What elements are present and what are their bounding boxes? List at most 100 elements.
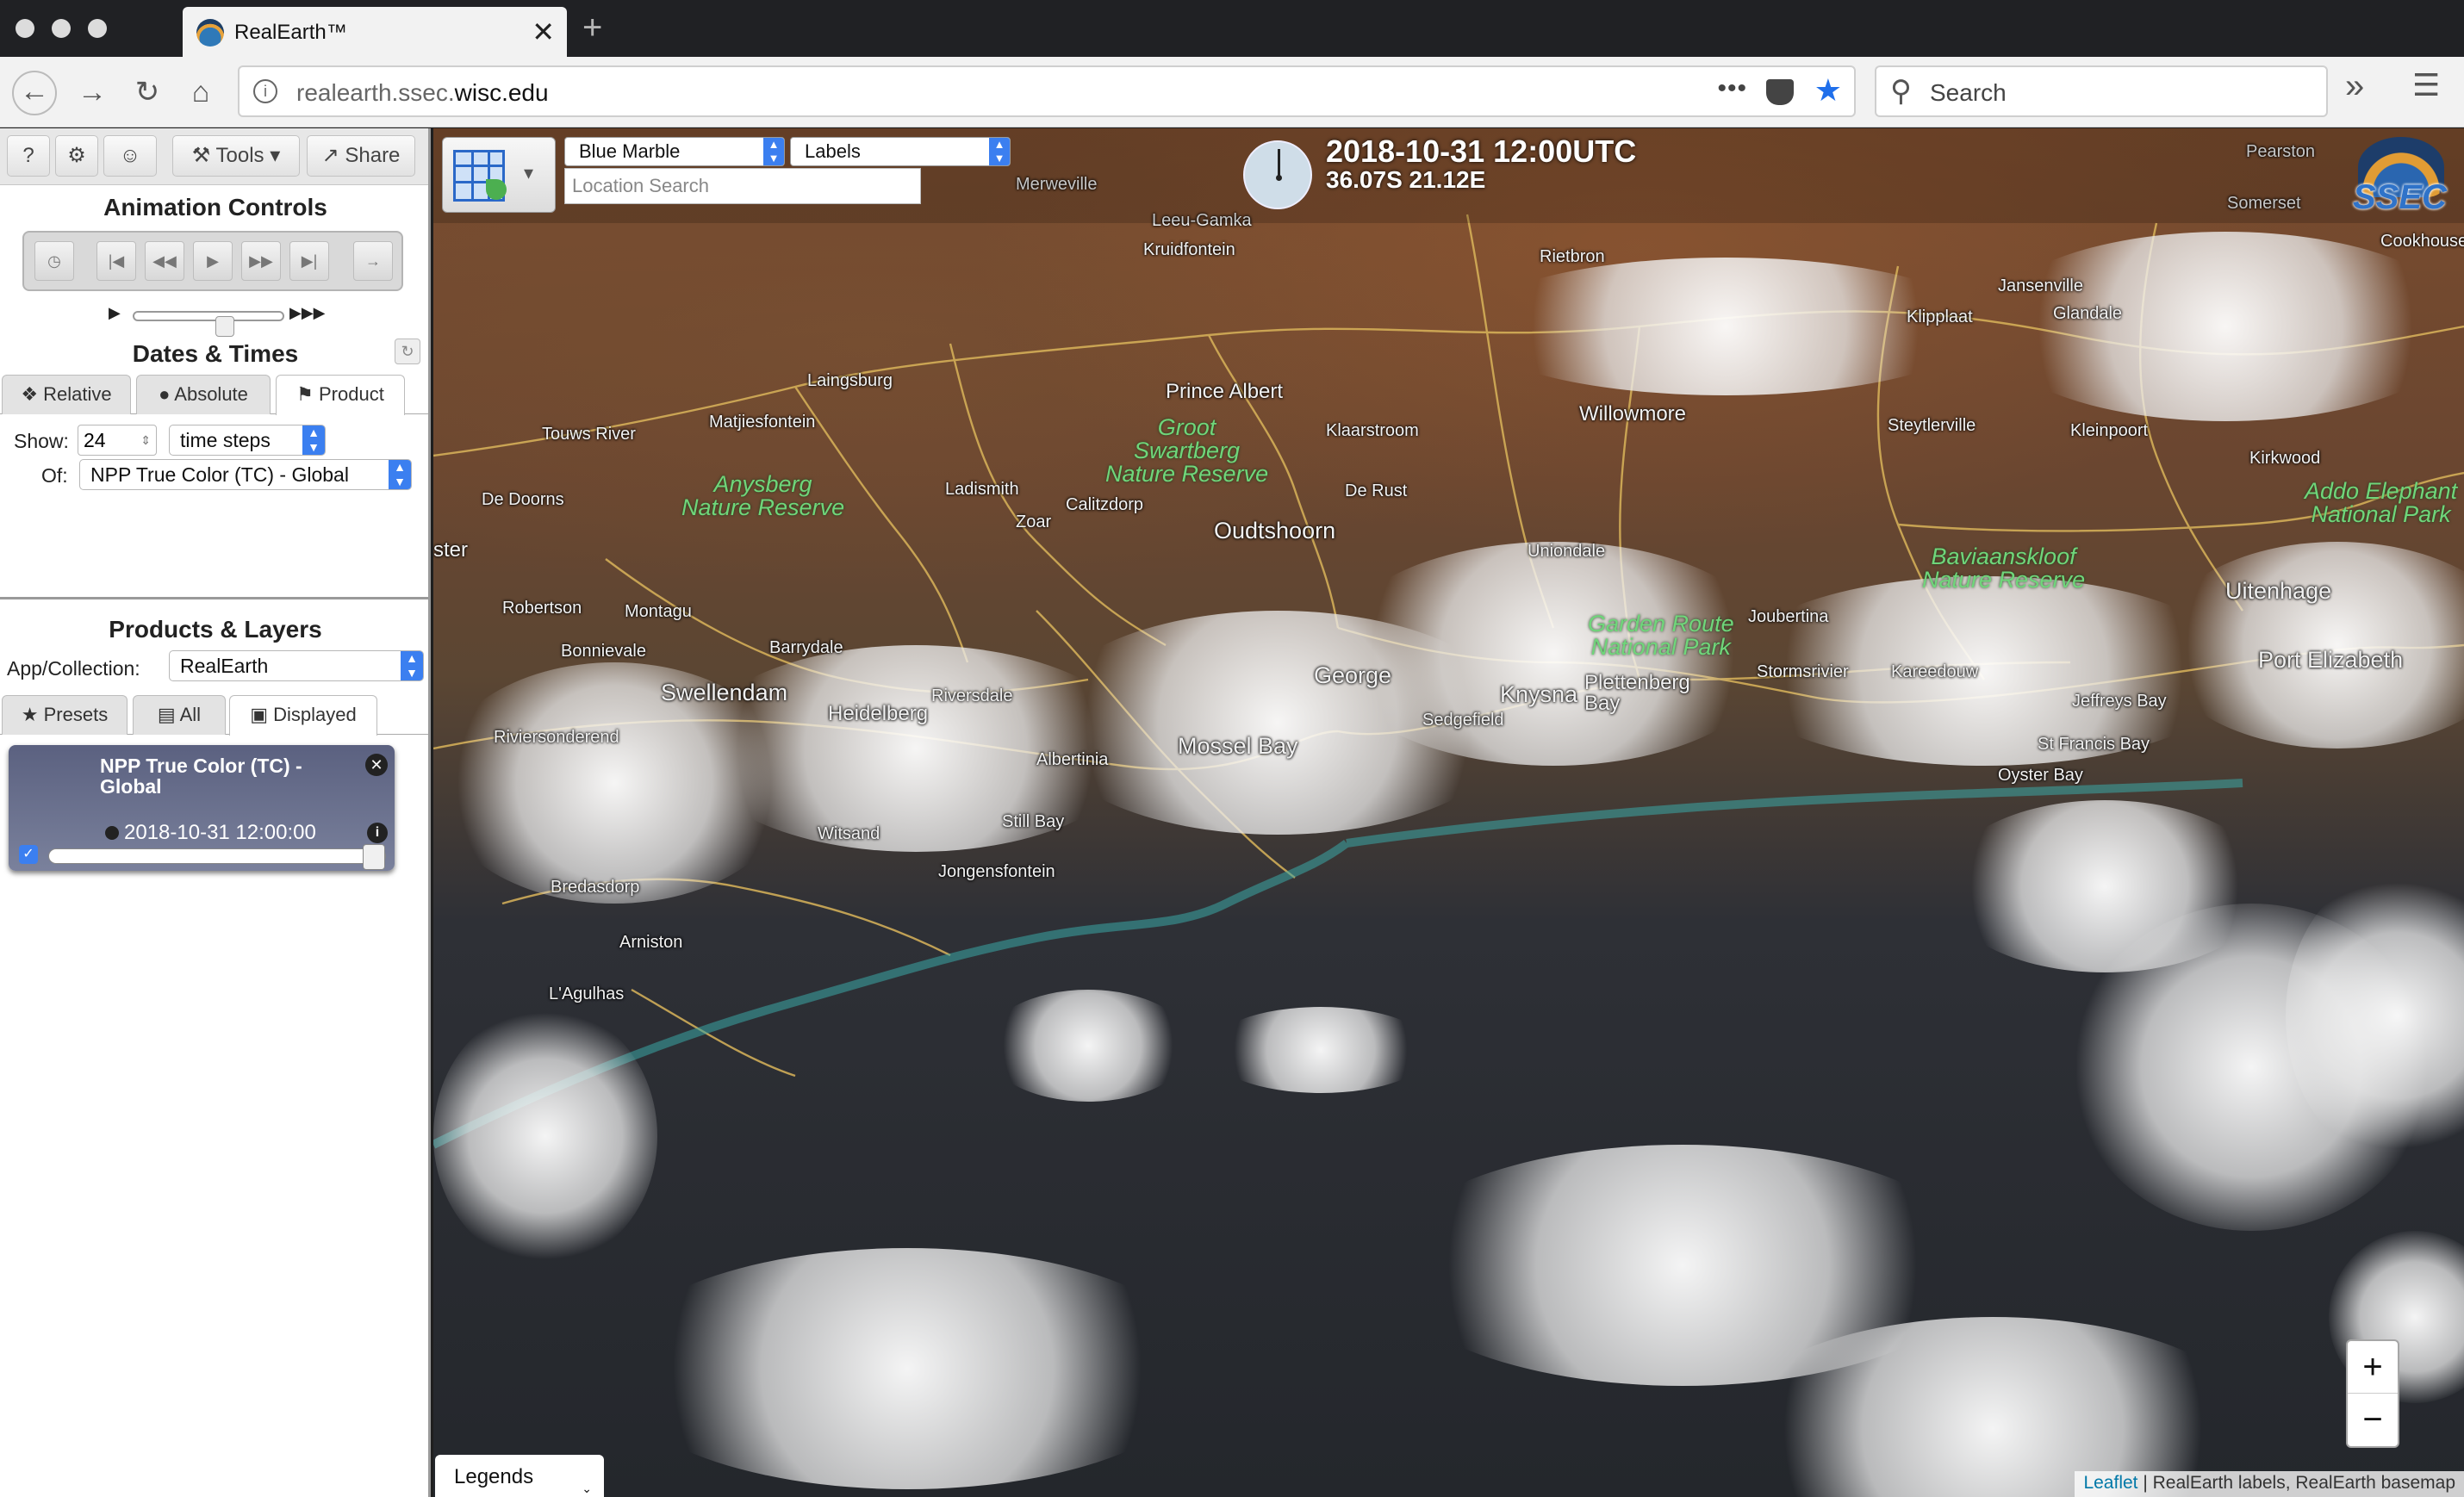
- animation-controls: ◷ |◀ ◀◀ ▶ ▶▶ ▶| →: [22, 231, 403, 291]
- home-button[interactable]: ⌂: [179, 71, 222, 114]
- product-select[interactable]: NPP True Color (TC) - Global ▲ ▼: [79, 459, 412, 490]
- zoom-in-button[interactable]: +: [2348, 1341, 2398, 1394]
- info-icon[interactable]: i: [367, 823, 388, 843]
- layer-time: 2018-10-31 12:00:00: [124, 821, 316, 844]
- tab-presets[interactable]: ★ Presets: [2, 695, 128, 735]
- place-label: Montagu: [625, 602, 692, 621]
- leaf-icon: [486, 179, 507, 200]
- tab-absolute[interactable]: ● Absolute: [136, 375, 271, 414]
- cloud: [985, 990, 1192, 1102]
- place-label: Witsand: [818, 824, 880, 843]
- speed-track[interactable]: [133, 311, 284, 337]
- place-label: Albertinia: [1036, 750, 1109, 769]
- overflow-chevron-icon[interactable]: »: [2345, 67, 2364, 106]
- place-label: Zoar: [1016, 512, 1052, 531]
- place-label: Swellendam: [661, 680, 788, 705]
- tools-button[interactable]: ⚒ Tools ▾: [172, 135, 300, 177]
- collection-select[interactable]: RealEarth ▲ ▼: [169, 650, 424, 681]
- chevron-down-icon: ⌄: [582, 1481, 592, 1495]
- place-label: Glandale: [2053, 304, 2123, 323]
- clock-icon[interactable]: ◷: [34, 241, 74, 281]
- new-tab-button[interactable]: +: [582, 9, 602, 47]
- layer-picker-button[interactable]: ▾: [442, 137, 556, 213]
- zoom-window-button[interactable]: [88, 19, 107, 38]
- first-frame-button[interactable]: |◀: [96, 241, 136, 281]
- tab-displayed[interactable]: ▣ Displayed: [229, 695, 377, 736]
- step-back-button[interactable]: ◀◀: [145, 241, 184, 281]
- map-view[interactable]: Merweville Leeu-Gamka Kruidfontein Rietb…: [433, 128, 2464, 1497]
- place-label: Plettenberg Bay: [1584, 671, 1690, 715]
- pocket-icon[interactable]: [1766, 79, 1794, 105]
- place-label: Uniondale: [1528, 542, 1606, 561]
- products-layers-title: Products & Layers: [109, 616, 322, 643]
- refresh-icon[interactable]: ↻: [395, 339, 420, 364]
- layer-visible-checkbox[interactable]: ✓: [19, 845, 38, 864]
- location-search-input[interactable]: Location Search: [564, 168, 921, 204]
- bookmark-star-icon[interactable]: ★: [1814, 72, 1842, 109]
- go-to-latest-button[interactable]: →: [353, 241, 393, 281]
- place-label: Steytlerville: [1888, 416, 1976, 435]
- last-frame-button[interactable]: ▶|: [289, 241, 329, 281]
- place-label: Oyster Bay: [1998, 766, 2083, 785]
- cloud: [1209, 1007, 1433, 1093]
- place-label: Bonnievale: [561, 642, 646, 661]
- close-window-button[interactable]: [16, 19, 34, 38]
- remove-layer-icon[interactable]: ✕: [365, 754, 388, 776]
- labels-select[interactable]: Labels ▲ ▼: [790, 137, 1011, 166]
- cloud: [1984, 232, 2464, 421]
- place-label: Riviersonderend: [494, 728, 619, 747]
- opacity-knob[interactable]: [363, 844, 385, 870]
- map-datetime: 2018-10-31 12:00UTC: [1326, 134, 1637, 169]
- place-label: Cookhouse: [2380, 232, 2464, 251]
- place-label: Kleinpoort: [2070, 421, 2149, 440]
- search-icon: ⚲: [1890, 75, 1912, 108]
- address-bar[interactable]: i realearth.ssec.wisc.edu ••• ★: [238, 65, 1856, 117]
- place-label: Knysna: [1500, 681, 1578, 707]
- tab-all[interactable]: ▤ All: [133, 695, 226, 735]
- browser-tab-strip: RealEarth™ ✕ +: [0, 0, 2464, 57]
- help-button[interactable]: ?: [7, 135, 50, 177]
- speed-knob[interactable]: [215, 316, 234, 337]
- place-label: Jongensfontein: [938, 862, 1055, 881]
- settings-button[interactable]: ⚙: [55, 135, 98, 177]
- place-label: Kareedouw: [1891, 662, 1979, 681]
- basemap-select[interactable]: Blue Marble ▲ ▼: [564, 137, 785, 166]
- user-button[interactable]: ☺: [103, 135, 157, 177]
- browser-tab[interactable]: RealEarth™ ✕: [183, 7, 567, 57]
- place-label: Kirkwood: [2249, 449, 2321, 468]
- place-label: Rietbron: [1540, 247, 1605, 266]
- place-label: Joubertina: [1748, 607, 1829, 626]
- ssec-logo[interactable]: SSEC: [2348, 137, 2453, 216]
- hamburger-menu-icon[interactable]: ☰: [2412, 67, 2440, 103]
- map-attribution: Leaflet | RealEarth labels, RealEarth ba…: [2075, 1471, 2464, 1497]
- place-label: De Doorns: [482, 490, 564, 509]
- place-label: Sedgefield: [1422, 711, 1504, 730]
- place-label: Barrydale: [769, 638, 843, 657]
- clock-icon: [1243, 140, 1312, 209]
- steps-select[interactable]: time steps ▲ ▼: [169, 425, 326, 456]
- show-count-input[interactable]: 24 ⇕: [78, 425, 157, 456]
- page-actions-icon[interactable]: •••: [1717, 74, 1747, 103]
- tab-close-icon[interactable]: ✕: [532, 16, 555, 48]
- forward-button[interactable]: →: [71, 71, 114, 114]
- place-label: L'Agulhas: [549, 985, 625, 1003]
- place-label: Kruidfontein: [1143, 240, 1235, 259]
- search-bar[interactable]: ⚲ Search: [1875, 65, 2328, 117]
- place-label: Stormsrivier: [1757, 662, 1849, 681]
- chevron-down-icon: ▾: [524, 162, 534, 183]
- share-button[interactable]: ↗ Share: [307, 135, 415, 177]
- play-button[interactable]: ▶: [193, 241, 233, 281]
- back-button[interactable]: ←: [12, 71, 57, 115]
- layer-opacity-slider[interactable]: [48, 844, 386, 870]
- step-forward-button[interactable]: ▶▶: [241, 241, 281, 281]
- minimize-window-button[interactable]: [52, 19, 71, 38]
- layer-card[interactable]: NPP True Color (TC) - Global ✕ 2018-10-3…: [9, 745, 395, 871]
- animation-speed-slider[interactable]: ▶ ▶▶▶: [109, 302, 326, 337]
- reload-button[interactable]: ↻: [126, 71, 169, 114]
- tab-relative[interactable]: ❖ Relative: [2, 375, 131, 414]
- site-info-icon[interactable]: i: [253, 79, 277, 103]
- zoom-out-button[interactable]: −: [2348, 1394, 2398, 1446]
- tab-product[interactable]: ⚑ Product: [276, 375, 405, 415]
- leaflet-link[interactable]: Leaflet: [2083, 1473, 2137, 1493]
- legends-toggle[interactable]: Legends ⌄: [435, 1455, 604, 1497]
